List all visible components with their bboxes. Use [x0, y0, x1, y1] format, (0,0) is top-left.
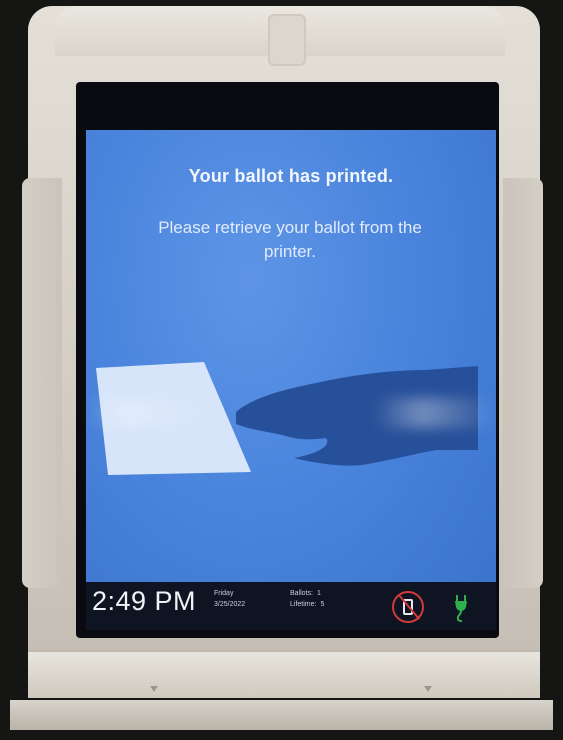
machine-base: [10, 700, 553, 730]
screen-glare: [86, 398, 496, 428]
clock-time: 2:49 PM: [92, 586, 197, 616]
date-label: 3/25/2022: [214, 601, 246, 608]
battery-unavailable-icon: [392, 591, 424, 623]
bezel-left-grip: [22, 178, 62, 588]
bezel-top-handle: [268, 14, 306, 66]
lifetime-label: Lifetime:: [290, 601, 317, 608]
lifetime-value: 5: [320, 601, 325, 608]
printer-tray: [28, 650, 540, 698]
retrieve-ballot-instruction: Please retrieve your ballot from the pri…: [158, 218, 422, 261]
tray-notch-right: [424, 686, 432, 692]
tray-notch-left: [150, 686, 158, 692]
ballots-label: Ballots:: [290, 590, 313, 597]
date-display: Friday 3/25/2022: [214, 588, 245, 610]
ballots-value: 1: [316, 590, 321, 597]
ballot-printed-heading: Your ballot has printed.: [188, 166, 394, 186]
battery-slash: [397, 594, 421, 620]
ballot-counts: Ballots: 1 Lifetime: 5: [290, 588, 324, 610]
day-label: Friday: [214, 590, 234, 597]
power-plug-icon: [455, 595, 467, 622]
bezel-right-grip: [503, 178, 543, 588]
